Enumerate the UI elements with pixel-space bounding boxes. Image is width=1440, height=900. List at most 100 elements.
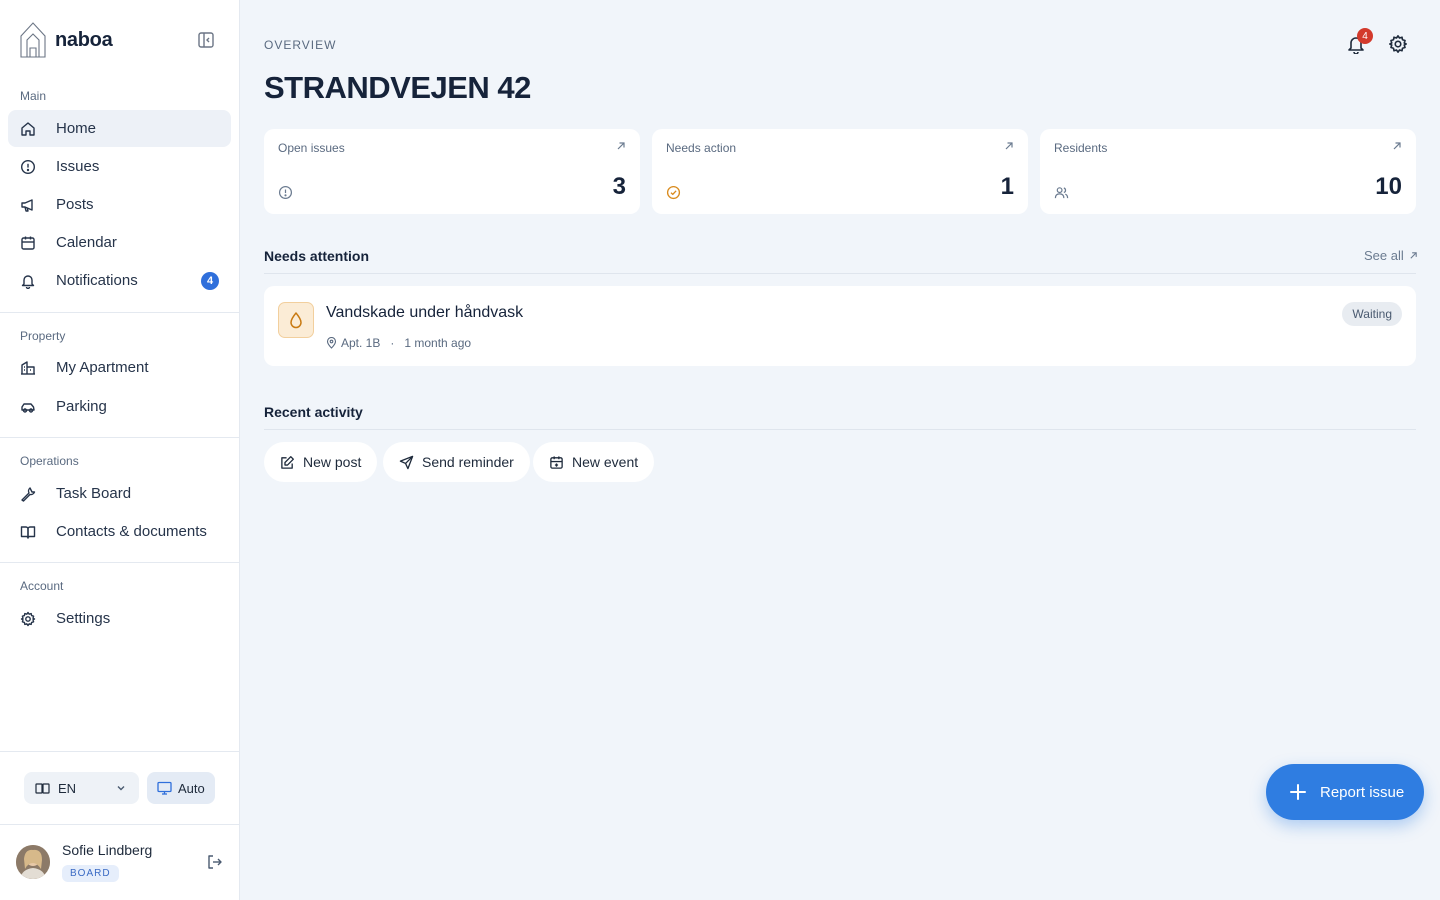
sidebar-item-label: Contacts & documents — [56, 523, 207, 540]
sidebar-item-label: Parking — [56, 398, 107, 415]
issue-meta: Apt. 1B · 1 month ago — [326, 336, 471, 350]
section-label-account: Account — [20, 579, 64, 593]
home-icon — [21, 121, 35, 136]
stat-card-needs-action[interactable]: Needs action 1 — [652, 129, 1028, 214]
plus-icon — [1290, 784, 1306, 800]
theme-toggle-button[interactable]: Auto — [147, 772, 215, 804]
sidebar-item-task-board[interactable]: Task Board — [8, 475, 231, 512]
stat-value: 1 — [1000, 173, 1014, 200]
notification-count-badge: 4 — [1357, 28, 1373, 44]
issue-time: 1 month ago — [404, 336, 472, 350]
see-all-link[interactable]: See all — [1364, 248, 1418, 263]
page-title: STRANDVEJEN 42 — [264, 70, 531, 105]
issue-title: Vandskade under håndvask — [326, 304, 524, 321]
check-circle-icon — [666, 185, 681, 200]
stat-card-residents[interactable]: Residents 10 — [1040, 129, 1416, 214]
stat-card-open-issues[interactable]: Open issues 3 — [264, 129, 640, 214]
user-name: Sofie Lindberg — [62, 842, 153, 858]
megaphone-icon — [21, 198, 33, 212]
sidebar-item-label: Home — [56, 120, 97, 137]
sidebar-item-posts[interactable]: Posts — [8, 186, 231, 223]
sidebar-item-label: Issues — [56, 158, 100, 175]
calendar-icon — [21, 236, 35, 250]
collapse-sidebar-icon[interactable] — [196, 30, 216, 50]
needs-attention-heading: Needs attention — [264, 248, 370, 264]
issue-category-icon — [278, 302, 314, 338]
arrow-up-right-icon — [1410, 252, 1417, 259]
sidebar-item-home[interactable]: Home — [8, 110, 231, 147]
stat-value: 10 — [1375, 173, 1402, 200]
car-icon — [21, 402, 35, 413]
book-open-icon — [35, 782, 50, 794]
sidebar-divider — [0, 312, 239, 313]
avatar[interactable] — [16, 845, 50, 879]
gear-icon — [20, 611, 36, 626]
theme-label: Auto — [178, 780, 205, 796]
report-issue-label: Report issue — [1320, 783, 1405, 801]
sidebar-divider — [0, 437, 239, 438]
sidebar-item-my-apartment[interactable]: My Apartment — [8, 349, 231, 386]
house-logo-icon — [20, 22, 46, 58]
sidebar: naboa Main Home Issues Posts Calendar No… — [0, 0, 240, 900]
building-icon — [21, 360, 35, 375]
notifications-count-badge: 4 — [201, 272, 219, 290]
language-select[interactable]: EN — [24, 772, 139, 804]
sidebar-item-parking[interactable]: Parking — [8, 388, 231, 425]
arrow-up-right-icon — [617, 142, 625, 150]
sidebar-item-label: My Apartment — [56, 359, 149, 376]
sidebar-item-issues[interactable]: Issues — [8, 148, 231, 185]
bell-icon — [21, 274, 35, 289]
book-icon — [20, 525, 36, 539]
sidebar-item-label: Task Board — [56, 485, 132, 502]
user-profile: Sofie Lindberg BOARD — [16, 840, 224, 886]
sidebar-item-notifications[interactable]: Notifications 4 — [8, 262, 231, 299]
language-value: EN — [58, 780, 77, 796]
monitor-icon — [157, 781, 172, 795]
sidebar-item-label: Settings — [56, 610, 111, 627]
sidebar-item-settings[interactable]: Settings — [8, 600, 231, 637]
chevron-down-icon — [117, 786, 125, 791]
arrow-up-right-icon — [1005, 142, 1013, 150]
issue-card[interactable]: Vandskade under håndvask Apt. 1B · 1 mon… — [264, 286, 1416, 366]
wrench-icon — [21, 486, 36, 502]
section-label-main: Main — [20, 89, 47, 103]
stat-label: Open issues — [278, 141, 345, 155]
users-icon — [1054, 187, 1069, 199]
meta-separator: · — [390, 336, 395, 350]
stat-label: Residents — [1054, 141, 1108, 155]
brand-name: naboa — [55, 28, 113, 51]
main-content: OVERVIEW STRANDVEJEN 42 4 Open issues 3 … — [240, 0, 1440, 900]
map-pin-icon — [326, 337, 337, 349]
sidebar-item-label: Notifications — [56, 272, 138, 289]
new-event-button[interactable]: New event — [533, 442, 655, 482]
section-label-operations: Operations — [20, 454, 79, 468]
sidebar-item-contacts-documents[interactable]: Contacts & documents — [8, 513, 231, 550]
brand-logo[interactable]: naboa — [20, 22, 220, 58]
report-issue-button[interactable]: Report issue — [1266, 764, 1424, 820]
sidebar-item-calendar[interactable]: Calendar — [8, 224, 231, 261]
new-post-button[interactable]: New post — [264, 442, 378, 482]
edit-icon — [281, 455, 294, 469]
alert-circle-icon — [278, 185, 293, 200]
stat-value: 3 — [612, 173, 626, 200]
sidebar-item-label: Calendar — [56, 234, 117, 251]
status-badge: Waiting — [1342, 302, 1402, 326]
send-icon — [399, 455, 414, 469]
sidebar-divider — [0, 751, 239, 752]
gear-icon[interactable] — [1388, 34, 1408, 54]
action-label: Send reminder — [422, 454, 514, 470]
arrow-up-right-icon — [1393, 142, 1401, 150]
droplet-icon — [290, 312, 302, 329]
send-reminder-button[interactable]: Send reminder — [383, 442, 530, 482]
action-label: New post — [303, 454, 362, 470]
alert-circle-icon — [20, 159, 36, 174]
sidebar-divider — [0, 562, 239, 563]
recent-activity-heading: Recent activity — [264, 404, 363, 420]
logout-icon[interactable] — [206, 853, 224, 871]
see-all-label: See all — [1364, 248, 1404, 263]
sidebar-item-label: Posts — [56, 196, 94, 213]
stat-label: Needs action — [666, 141, 737, 155]
issue-location: Apt. 1B — [341, 336, 381, 350]
calendar-plus-icon — [550, 455, 563, 469]
section-divider — [264, 429, 1416, 430]
